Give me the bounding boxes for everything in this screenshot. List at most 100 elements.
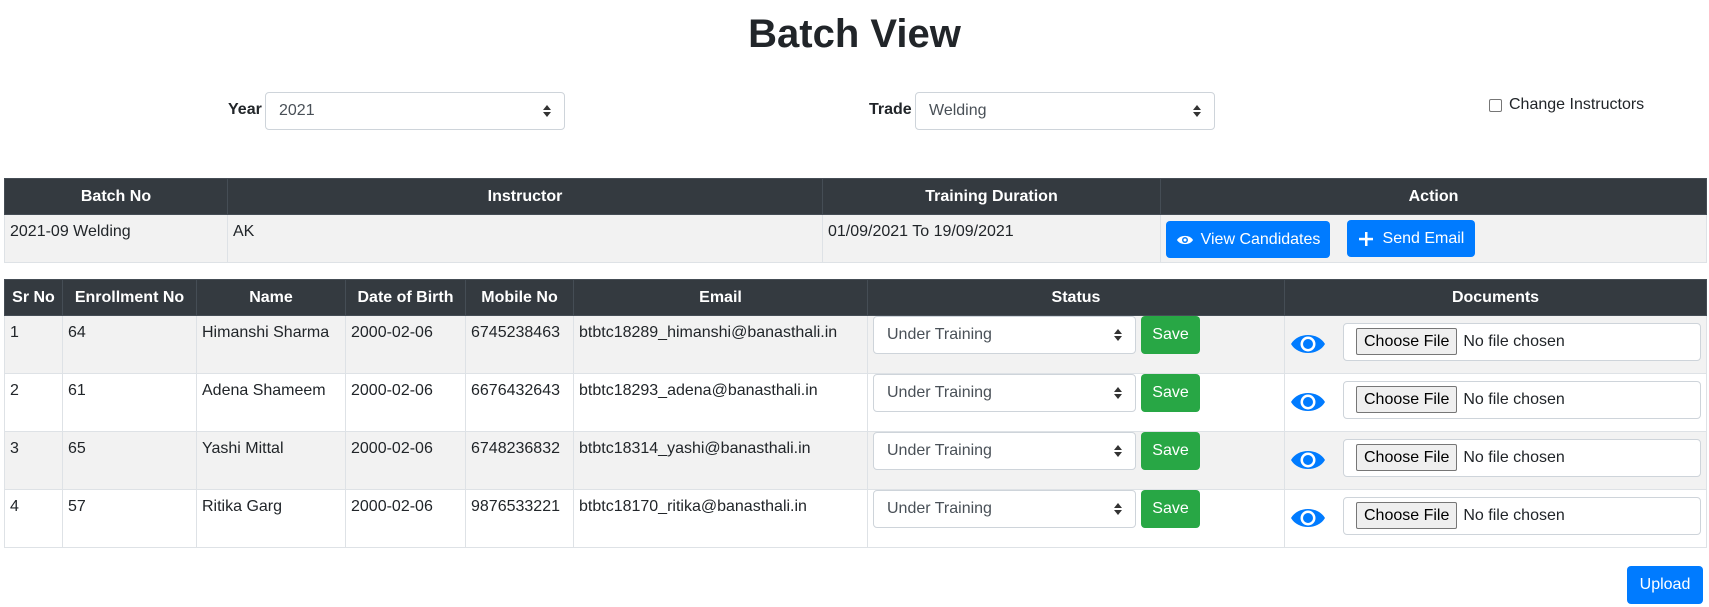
table-row: 2 61 Adena Shameem 2000-02-06 6676432643… [4, 373, 1707, 432]
cell-mobile: 6676432643 [465, 373, 574, 432]
cell-enrollment-no: 61 [62, 373, 197, 432]
batch-table: Batch No Instructor Training Duration Ac… [4, 178, 1707, 263]
table-row: 1 64 Himanshi Sharma 2000-02-06 67452384… [4, 315, 1707, 374]
cell-dob: 2000-02-06 [345, 315, 466, 374]
cell-email: btbtc18314_yashi@banasthali.in [573, 431, 868, 490]
cell-sr-no: 1 [4, 315, 63, 374]
year-select-value: 2021 [279, 102, 315, 119]
choose-file-button[interactable]: Choose File [1356, 328, 1458, 355]
cell-email: btbtc18170_ritika@banasthali.in [573, 489, 868, 548]
choose-file-button[interactable]: Choose File [1356, 502, 1458, 529]
cell-name: Ritika Garg [196, 489, 346, 548]
col-header-documents: Documents [1284, 279, 1707, 316]
trade-select-value: Welding [929, 102, 987, 119]
file-input[interactable]: Choose File No file chosen [1343, 496, 1701, 535]
col-header-mobile-no: Mobile No [465, 279, 574, 316]
table-row: 3 65 Yashi Mittal 2000-02-06 6748236832 … [4, 431, 1707, 490]
view-candidates-button[interactable]: View Candidates [1166, 221, 1330, 258]
file-input[interactable]: Choose File No file chosen [1343, 438, 1701, 477]
cell-dob: 2000-02-06 [345, 489, 466, 548]
file-input[interactable]: Choose File No file chosen [1343, 380, 1701, 419]
col-header-training-duration: Training Duration [822, 178, 1161, 215]
candidates-table: Sr No Enrollment No Name Date of Birth M… [4, 279, 1707, 548]
cell-status: Under Training Save [867, 431, 1285, 490]
cell-enrollment-no: 57 [62, 489, 197, 548]
cell-mobile: 9876533221 [465, 489, 574, 548]
no-file-label: No file chosen [1463, 390, 1565, 408]
col-header-date-of-birth: Date of Birth [345, 279, 466, 316]
cell-sr-no: 2 [4, 373, 63, 432]
cell-enrollment-no: 65 [62, 431, 197, 490]
send-email-button[interactable]: Send Email [1347, 220, 1476, 257]
save-button[interactable]: Save [1141, 490, 1200, 528]
status-select-value: Under Training [887, 442, 992, 459]
status-select-value: Under Training [887, 326, 992, 343]
batch-no: 2021-09 Welding [4, 214, 228, 263]
cell-email: btbtc18289_himanshi@banasthali.in [573, 315, 868, 374]
batch-training-duration: 01/09/2021 To 19/09/2021 [822, 214, 1161, 263]
select-arrows-icon [1114, 387, 1122, 399]
cell-documents: Choose File No file chosen [1284, 373, 1707, 432]
no-file-label: No file chosen [1463, 332, 1565, 350]
page-title: Batch View [748, 12, 961, 56]
status-select[interactable]: Under Training [873, 432, 1136, 470]
cell-sr-no: 4 [4, 489, 63, 548]
cell-status: Under Training Save [867, 373, 1285, 432]
no-file-label: No file chosen [1463, 506, 1565, 524]
cell-status: Under Training Save [867, 489, 1285, 548]
col-header-instructor: Instructor [227, 178, 823, 215]
year-select[interactable]: 2021 [265, 92, 565, 130]
cell-email: btbtc18293_adena@banasthali.in [573, 373, 868, 432]
cell-name: Adena Shameem [196, 373, 346, 432]
change-instructors-label: Change Instructors [1509, 96, 1645, 113]
send-email-label: Send Email [1382, 229, 1465, 247]
cell-name: Himanshi Sharma [196, 315, 346, 374]
select-arrows-icon [1114, 503, 1122, 515]
view-document-eye-icon[interactable] [1290, 331, 1326, 362]
table-row: 4 57 Ritika Garg 2000-02-06 9876533221 b… [4, 489, 1707, 548]
status-select-value: Under Training [887, 384, 992, 401]
save-button[interactable]: Save [1141, 316, 1200, 354]
view-document-eye-icon[interactable] [1290, 447, 1326, 478]
trade-label: Trade [869, 101, 912, 118]
cell-documents: Choose File No file chosen [1284, 315, 1707, 374]
batch-table-header: Batch No Instructor Training Duration Ac… [4, 178, 1707, 215]
select-arrows-icon [1193, 105, 1201, 117]
trade-select[interactable]: Welding [915, 92, 1215, 130]
status-select-value: Under Training [887, 500, 992, 517]
batch-row: 2021-09 Welding AK 01/09/2021 To 19/09/2… [4, 214, 1707, 263]
col-header-enrollment-no: Enrollment No [62, 279, 197, 316]
choose-file-button[interactable]: Choose File [1356, 444, 1458, 471]
select-arrows-icon [1114, 445, 1122, 457]
cell-sr-no: 3 [4, 431, 63, 490]
select-arrows-icon [543, 105, 551, 117]
file-input[interactable]: Choose File No file chosen [1343, 322, 1701, 361]
cell-enrollment-no: 64 [62, 315, 197, 374]
change-instructors-toggle[interactable]: Change Instructors [1489, 96, 1644, 114]
save-button[interactable]: Save [1141, 432, 1200, 470]
batch-actions: View Candidates Send Email [1160, 214, 1707, 263]
no-file-label: No file chosen [1463, 448, 1565, 466]
cell-documents: Choose File No file chosen [1284, 431, 1707, 490]
candidates-table-header: Sr No Enrollment No Name Date of Birth M… [4, 279, 1707, 316]
year-label: Year [228, 101, 262, 118]
col-header-action: Action [1160, 178, 1707, 215]
cell-name: Yashi Mittal [196, 431, 346, 490]
cell-documents: Choose File No file chosen [1284, 489, 1707, 548]
view-document-eye-icon[interactable] [1290, 505, 1326, 536]
change-instructors-checkbox[interactable] [1489, 98, 1502, 112]
view-candidates-label: View Candidates [1200, 230, 1321, 248]
status-select[interactable]: Under Training [873, 374, 1136, 412]
batch-instructor: AK [227, 214, 823, 263]
choose-file-button[interactable]: Choose File [1356, 386, 1458, 413]
status-select[interactable]: Under Training [873, 316, 1136, 354]
view-document-eye-icon[interactable] [1290, 389, 1326, 420]
status-select[interactable]: Under Training [873, 490, 1136, 528]
upload-button[interactable]: Upload [1627, 566, 1703, 604]
col-header-batch-no: Batch No [4, 178, 228, 215]
col-header-name: Name [196, 279, 346, 316]
cell-mobile: 6745238463 [465, 315, 574, 374]
cell-dob: 2000-02-06 [345, 373, 466, 432]
save-button[interactable]: Save [1141, 374, 1200, 412]
cell-mobile: 6748236832 [465, 431, 574, 490]
